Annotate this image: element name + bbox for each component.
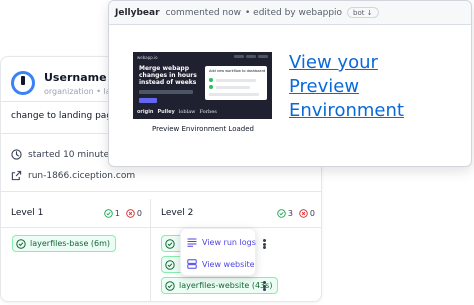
menu-item-view-website[interactable]: View website — [187, 254, 255, 274]
divider — [1, 191, 321, 192]
thumbnail-headline: Merge webapp changes in hours instead of… — [139, 65, 197, 86]
menu-label: View website — [202, 259, 255, 269]
passed-count: 3 — [277, 209, 293, 218]
bot-badge[interactable]: bot ↓ — [347, 7, 379, 18]
level-title: Level 2 — [161, 208, 194, 218]
view-preview-link[interactable]: View your Preview Environment — [289, 51, 439, 123]
preview-caption: Preview Environment Loaded — [152, 125, 254, 133]
edited-by[interactable]: • edited by webappio — [245, 8, 342, 18]
thumbnail-brand-logos: origin Pulley loblaw Forbes — [137, 107, 270, 117]
menu-item-view-run-logs[interactable]: View run logs — [187, 232, 256, 252]
job-chip[interactable]: layerfiles-base (6m) — [12, 235, 117, 252]
menu-label: View run logs — [202, 237, 256, 247]
x-circle-icon — [299, 208, 308, 218]
passed-count: 1 — [104, 209, 120, 218]
x-circle-icon — [126, 208, 135, 218]
thumbnail-row — [216, 85, 250, 89]
run-link[interactable]: run-1866.ciception.com — [28, 171, 135, 181]
avatar[interactable] — [11, 71, 35, 95]
external-link-icon — [11, 170, 22, 181]
check-circle-icon — [165, 280, 175, 291]
status-dot — [209, 85, 213, 89]
job-context-menu: View run logs View website — [180, 228, 256, 276]
pr-comment: Jellybear commented now • edited by weba… — [108, 0, 472, 167]
thumbnail-subtext — [139, 90, 193, 94]
check-circle-icon — [16, 238, 26, 249]
brand-logo: Forbes — [199, 109, 217, 115]
check-circle-icon — [165, 259, 175, 270]
thumbnail-row — [216, 78, 256, 82]
level-title: Level 1 — [11, 208, 44, 218]
thumbnail-card-title: Add new workflow to dashboard — [209, 69, 266, 73]
brand-logo: origin — [137, 109, 154, 115]
vertical-dots-icon[interactable] — [259, 237, 269, 251]
stack-icon — [187, 259, 197, 269]
check-circle-icon — [277, 208, 286, 218]
thumbnail-cta — [139, 98, 157, 103]
level-2-header: Level 2 3 0 — [161, 206, 315, 220]
commit-message: change to landing page — [11, 111, 118, 121]
brand-logo: loblaw — [178, 109, 196, 115]
levels-grid: Level 1 1 0 layerfiles-base (6m) Level 2… — [1, 199, 321, 301]
thumbnail-logo: webapp.io — [137, 55, 158, 60]
comment-author[interactable]: Jellybear — [115, 8, 160, 18]
vertical-dots-icon[interactable] — [259, 279, 269, 293]
check-circle-icon — [165, 238, 175, 249]
comment-header: Jellybear commented now • edited by weba… — [109, 1, 471, 25]
failed-count: 0 — [126, 209, 142, 218]
thumbnail-row — [209, 92, 259, 96]
thumbnail-card: Add new workflow to dashboard — [205, 66, 267, 100]
failed-count: 0 — [299, 209, 315, 218]
divider — [1, 227, 150, 228]
clock-icon — [11, 149, 22, 160]
level-1-header: Level 1 1 0 — [11, 206, 142, 220]
run-link-row[interactable]: run-1866.ciception.com — [11, 170, 135, 181]
status-dot — [209, 78, 213, 82]
job-label: layerfiles-base (6m) — [30, 239, 111, 248]
comment-timestamp[interactable]: commented now — [166, 8, 241, 18]
preview-thumbnail[interactable]: webapp.io Merge webapp changes in hours … — [133, 52, 272, 119]
check-circle-icon — [104, 208, 113, 218]
level-1-column: Level 1 1 0 layerfiles-base (6m) — [1, 199, 151, 301]
brand-logo: Pulley — [157, 109, 175, 115]
list-icon — [187, 238, 197, 247]
thumbnail-nav — [234, 55, 268, 58]
